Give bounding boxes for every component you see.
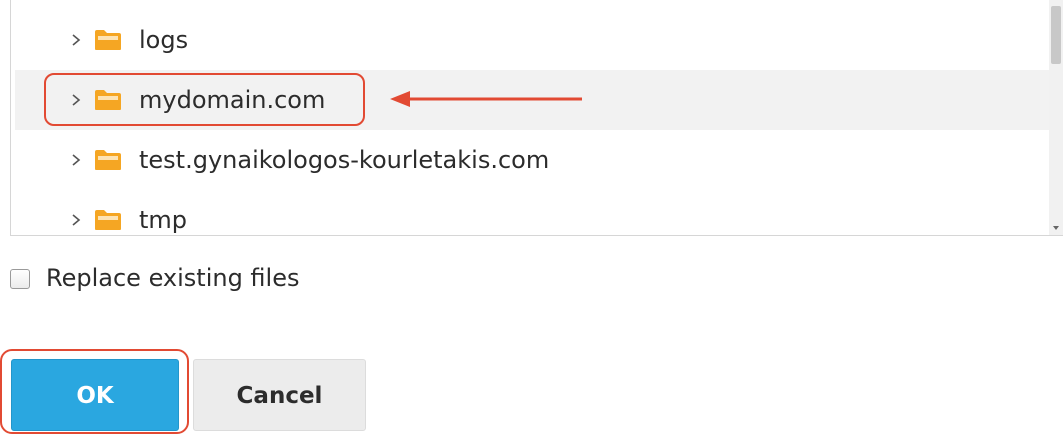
tree-item-label: logs — [139, 26, 189, 54]
chevron-right-icon[interactable] — [69, 33, 83, 47]
chevron-right-icon[interactable] — [69, 93, 83, 107]
folder-icon — [95, 30, 121, 50]
annotation-arrow-icon — [390, 91, 582, 107]
folder-icon — [95, 90, 121, 110]
folder-icon — [95, 210, 121, 230]
chevron-right-icon[interactable] — [69, 213, 83, 227]
scrollbar-thumb[interactable] — [1051, 6, 1061, 64]
tree-item-label: tmp — [139, 206, 188, 234]
folder-icon — [95, 150, 121, 170]
ok-button[interactable]: OK — [11, 359, 179, 431]
tree-item-label: mydomain.com — [139, 86, 326, 114]
replace-files-label: Replace existing files — [46, 264, 300, 292]
folder-tree[interactable]: logs mydomain.com test.gynaikologos-kour… — [10, 0, 1063, 236]
replace-files-option[interactable]: Replace existing files — [10, 262, 410, 296]
cancel-button[interactable]: Cancel — [193, 359, 366, 431]
tree-item-label: test.gynaikologos-kourletakis.com — [139, 146, 550, 174]
chevron-right-icon[interactable] — [69, 153, 83, 167]
replace-files-checkbox[interactable] — [10, 269, 30, 289]
tree-item-test-domain[interactable]: test.gynaikologos-kourletakis.com — [15, 130, 1050, 190]
tree-scrollbar[interactable] — [1049, 0, 1063, 235]
tree-item-logs[interactable]: logs — [15, 10, 1050, 70]
tree-item-tmp[interactable]: tmp — [15, 190, 1050, 235]
scroll-down-arrow-icon[interactable] — [1052, 224, 1060, 232]
